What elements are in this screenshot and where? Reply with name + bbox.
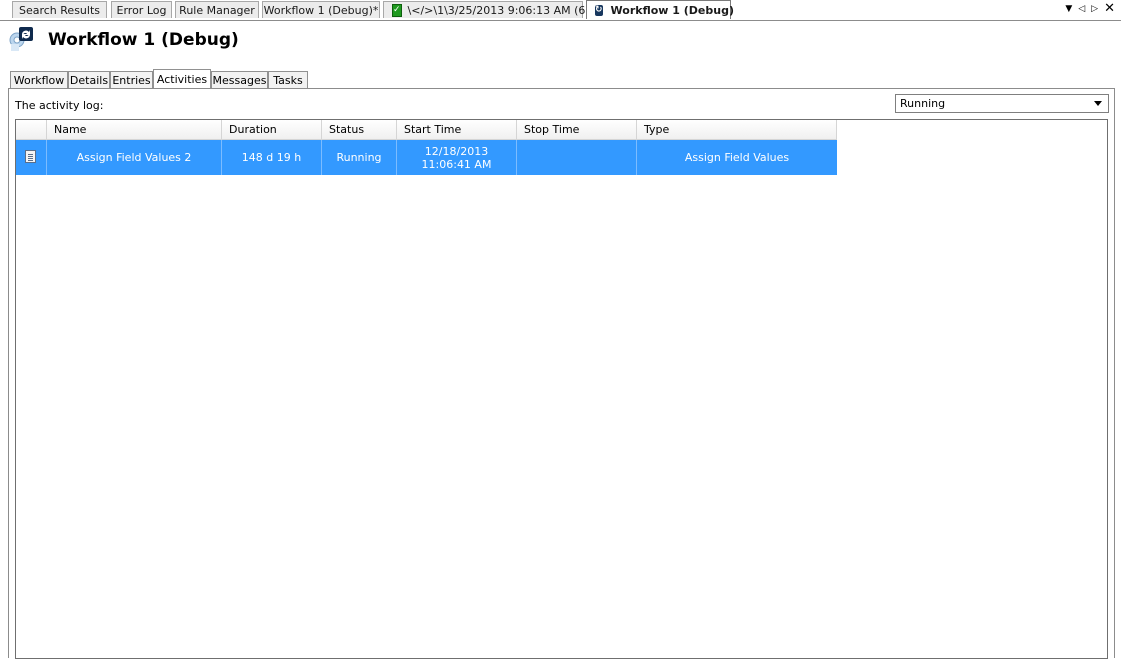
doc-tab-label: Workflow 1 (Debug)*	[263, 3, 379, 17]
activity-log-label: The activity log:	[15, 99, 104, 112]
cell-duration: 148 d 19 h	[222, 140, 322, 175]
cell-type: Assign Field Values	[684, 151, 790, 164]
scroll-right-icon[interactable]: ▷	[1091, 4, 1098, 14]
tab-label: Details	[69, 73, 109, 87]
tab-label: Messages	[212, 73, 267, 87]
workflow-gear-icon	[8, 26, 34, 52]
close-icon[interactable]: ✕	[1104, 2, 1115, 15]
doc-tab-error-log[interactable]: Error Log	[111, 1, 172, 18]
doc-tab-search-results[interactable]: Search Results	[12, 1, 107, 18]
cell-stop-time	[517, 140, 637, 175]
document-tab-strip: Search Results Error Log Rule Manager Wo…	[0, 0, 1121, 21]
doc-tab-entry[interactable]: ✓ \</>\1\3/25/2013 9:06:13 AM (6)	[383, 1, 590, 18]
column-label: Start Time	[404, 123, 462, 136]
list-header: Name Duration Status Start Time Stop Tim…	[16, 120, 837, 140]
tab-entries[interactable]: Entries	[110, 71, 153, 88]
doc-tab-label: Error Log	[116, 3, 167, 17]
column-header-type[interactable]: Type	[637, 120, 837, 139]
column-header-stop-time[interactable]: Stop Time	[517, 120, 637, 139]
tab-workflow[interactable]: Workflow	[10, 71, 68, 88]
page-title: Workflow 1 (Debug)	[48, 30, 239, 50]
cell-icon	[16, 140, 47, 175]
column-header-name[interactable]: Name	[47, 120, 222, 139]
column-label: Type	[644, 123, 670, 136]
status-filter-value: Running	[900, 97, 946, 110]
scroll-left-icon[interactable]: ◁	[1078, 4, 1085, 14]
tab-details[interactable]: Details	[68, 71, 110, 88]
tab-label: Activities	[156, 72, 208, 86]
tab-tasks[interactable]: Tasks	[268, 71, 308, 88]
cell-status: Running	[322, 140, 397, 175]
column-label: Status	[329, 123, 365, 136]
tab-label: Entries	[112, 73, 151, 87]
cell-start-time: 12/18/2013 11:06:41 AM	[397, 140, 517, 175]
tab-list-dropdown-icon[interactable]: ▼	[1065, 4, 1072, 14]
doc-tab-rule-manager[interactable]: Rule Manager	[175, 1, 259, 18]
tab-messages[interactable]: Messages	[211, 71, 268, 88]
column-header-start-time[interactable]: Start Time	[397, 120, 517, 139]
tabstrip-controls: ▼ ◁ ▷ ✕	[1065, 2, 1115, 15]
column-header-status[interactable]: Status	[322, 120, 397, 139]
doc-tab-label: Rule Manager	[179, 3, 255, 17]
tab-activities[interactable]: Activities	[153, 69, 211, 88]
column-label: Name	[54, 123, 87, 136]
doc-tab-label: \</>\1\3/25/2013 9:06:13 AM (6)	[407, 3, 590, 17]
checkmark-icon: ✓	[392, 3, 402, 17]
doc-tab-label: Search Results	[18, 3, 100, 17]
cell-name: Assign Field Values 2	[47, 140, 222, 175]
doc-tab-label: Workflow 1 (Debug)	[610, 3, 734, 17]
column-label: Duration	[229, 123, 277, 136]
column-header-duration[interactable]: Duration	[222, 120, 322, 139]
doc-tab-workflow-debug[interactable]: ↻ Workflow 1 (Debug)	[586, 0, 734, 19]
tab-label: Tasks	[273, 73, 303, 87]
column-label: Stop Time	[524, 123, 580, 136]
activity-list[interactable]: Name Duration Status Start Time Stop Tim…	[15, 119, 1108, 659]
document-icon	[25, 150, 36, 163]
column-header-icon[interactable]	[16, 120, 47, 139]
doc-tab-workflow-debug-modified[interactable]: Workflow 1 (Debug)*	[262, 1, 380, 18]
status-filter-dropdown[interactable]: Running	[895, 94, 1109, 113]
table-row[interactable]: Assign Field Values 2 148 d 19 h Running…	[16, 140, 837, 175]
tab-label: Workflow	[13, 73, 65, 87]
chevron-down-icon	[1094, 101, 1102, 106]
workflow-icon: ↻	[595, 4, 603, 16]
